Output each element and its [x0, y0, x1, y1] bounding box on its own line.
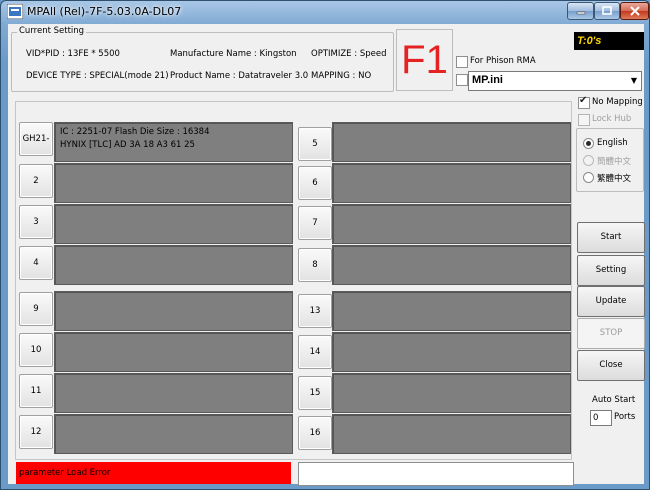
- port-slot-15: [332, 373, 571, 413]
- title-bar[interactable]: MPAll (Rel)-7F-5.03.0A-DL07: [1, 1, 650, 22]
- close-window-button[interactable]: [620, 2, 649, 20]
- close-button[interactable]: Close: [577, 350, 645, 381]
- port-slot-1: IC : 2251-07 Flash Die Size : 16384 HYNI…: [54, 122, 293, 162]
- chevron-down-icon[interactable]: ▼: [627, 72, 641, 90]
- port-slot-ic-line: IC : 2251-07 Flash Die Size : 16384: [60, 127, 210, 137]
- product-name-text: Product Name : Datatraveler 3.0: [170, 71, 309, 81]
- ports-panel: GH21-1 IC : 2251-07 Flash Die Size : 163…: [15, 101, 572, 460]
- f1-label: F1: [401, 38, 448, 82]
- no-mapping-checkbox[interactable]: [578, 95, 590, 109]
- auto-start-ports-input[interactable]: 0: [590, 410, 612, 426]
- port-button-2[interactable]: 2: [19, 164, 53, 198]
- port-button-9[interactable]: 9: [19, 292, 53, 326]
- language-traditional-radio[interactable]: [583, 172, 594, 183]
- ini-file-value: MP.ini: [472, 74, 503, 86]
- auto-start-label: Auto Start: [592, 395, 636, 405]
- port-button-12[interactable]: 12: [19, 415, 53, 449]
- port-slot-13: [332, 291, 571, 331]
- lock-hub-label: Lock Hub: [592, 114, 632, 124]
- port-button-4[interactable]: 4: [19, 246, 53, 280]
- language-simplified-label: 簡體中文: [597, 157, 632, 167]
- port-button-16[interactable]: 16: [298, 416, 332, 450]
- port-slot-8: [332, 245, 571, 285]
- setting-button[interactable]: Setting: [577, 255, 645, 286]
- port-button-6[interactable]: 6: [298, 166, 332, 200]
- port-slot-2: [54, 163, 293, 203]
- port-button-11[interactable]: 11: [19, 374, 53, 408]
- f1-indicator: F1: [396, 29, 453, 91]
- ini-file-checkbox[interactable]: [456, 74, 468, 86]
- port-slot-7: [332, 204, 571, 244]
- port-slot-5: [332, 122, 571, 162]
- port-button-14[interactable]: 14: [298, 335, 332, 369]
- main-client-area: Current Setting VID*PID : 13FE * 5500 Ma…: [8, 24, 645, 486]
- window-title: MPAll (Rel)-7F-5.03.0A-DL07: [27, 5, 182, 18]
- mapping-text: MAPPING : NO: [311, 71, 372, 81]
- window-frame: MPAll (Rel)-7F-5.03.0A-DL07 Current Sett…: [0, 0, 650, 490]
- port-slot-9: [54, 291, 293, 331]
- language-english-radio[interactable]: [583, 138, 594, 149]
- current-setting-title: Current Setting: [17, 26, 87, 36]
- vid-pid-text: VID*PID : 13FE * 5500: [26, 49, 120, 59]
- maximize-button[interactable]: [594, 2, 620, 20]
- stop-button[interactable]: STOP: [577, 318, 645, 349]
- language-traditional-label: 繁體中文: [597, 174, 632, 184]
- maximize-icon: [602, 6, 612, 15]
- status-message: parameter Load Error: [19, 468, 111, 478]
- port-button-15[interactable]: 15: [298, 376, 332, 410]
- ports-label: Ports: [614, 412, 636, 422]
- port-button-8[interactable]: 8: [298, 248, 332, 282]
- no-mapping-label: No Mapping: [592, 97, 643, 107]
- status-message-bar: parameter Load Error: [16, 462, 291, 484]
- port-slot-3: [54, 204, 293, 244]
- for-phison-rma-checkbox[interactable]: [456, 56, 468, 68]
- timer-display: T:0's: [574, 32, 644, 50]
- update-button[interactable]: Update: [577, 286, 645, 317]
- port-button-gh21-1[interactable]: GH21-1: [19, 122, 53, 176]
- app-icon: [7, 4, 23, 19]
- device-type-text: DEVICE TYPE : SPECIAL(mode 21): [26, 71, 169, 81]
- lock-hub-checkbox[interactable]: [578, 114, 590, 126]
- minimize-icon: [576, 11, 585, 15]
- start-button[interactable]: Start: [577, 222, 645, 253]
- close-icon: [629, 6, 640, 16]
- optimize-text: OPTIMIZE : Speed: [311, 49, 387, 59]
- port-button-7[interactable]: 7: [298, 206, 332, 240]
- ini-file-dropdown[interactable]: MP.ini ▼: [468, 71, 642, 91]
- port-button-10[interactable]: 10: [19, 333, 53, 367]
- language-english-label: English: [597, 138, 628, 148]
- language-simplified-radio[interactable]: [583, 155, 594, 166]
- port-slot-flash-line: HYNIX [TLC] AD 3A 18 A3 61 25: [60, 140, 195, 150]
- port-slot-14: [332, 332, 571, 372]
- port-slot-6: [332, 163, 571, 203]
- minimize-button[interactable]: [567, 2, 594, 20]
- port-button-3[interactable]: 3: [19, 205, 53, 239]
- current-setting-group: Current Setting VID*PID : 13FE * 5500 Ma…: [11, 26, 394, 92]
- port-slot-12: [54, 414, 293, 454]
- port-slot-11: [54, 373, 293, 413]
- port-slot-4: [54, 245, 293, 285]
- for-phison-rma-label: For Phison RMA: [470, 56, 536, 66]
- port-slot-16: [332, 414, 571, 454]
- port-slot-info: IC : 2251-07 Flash Die Size : 16384 HYNI…: [60, 126, 210, 152]
- status-secondary-bar: [298, 462, 574, 486]
- port-button-13[interactable]: 13: [298, 294, 332, 328]
- port-slot-10: [54, 332, 293, 372]
- language-group: English 簡體中文 繁體中文: [576, 128, 644, 192]
- port-button-5[interactable]: 5: [298, 127, 332, 161]
- manufacture-name-text: Manufacture Name : Kingston: [170, 49, 297, 59]
